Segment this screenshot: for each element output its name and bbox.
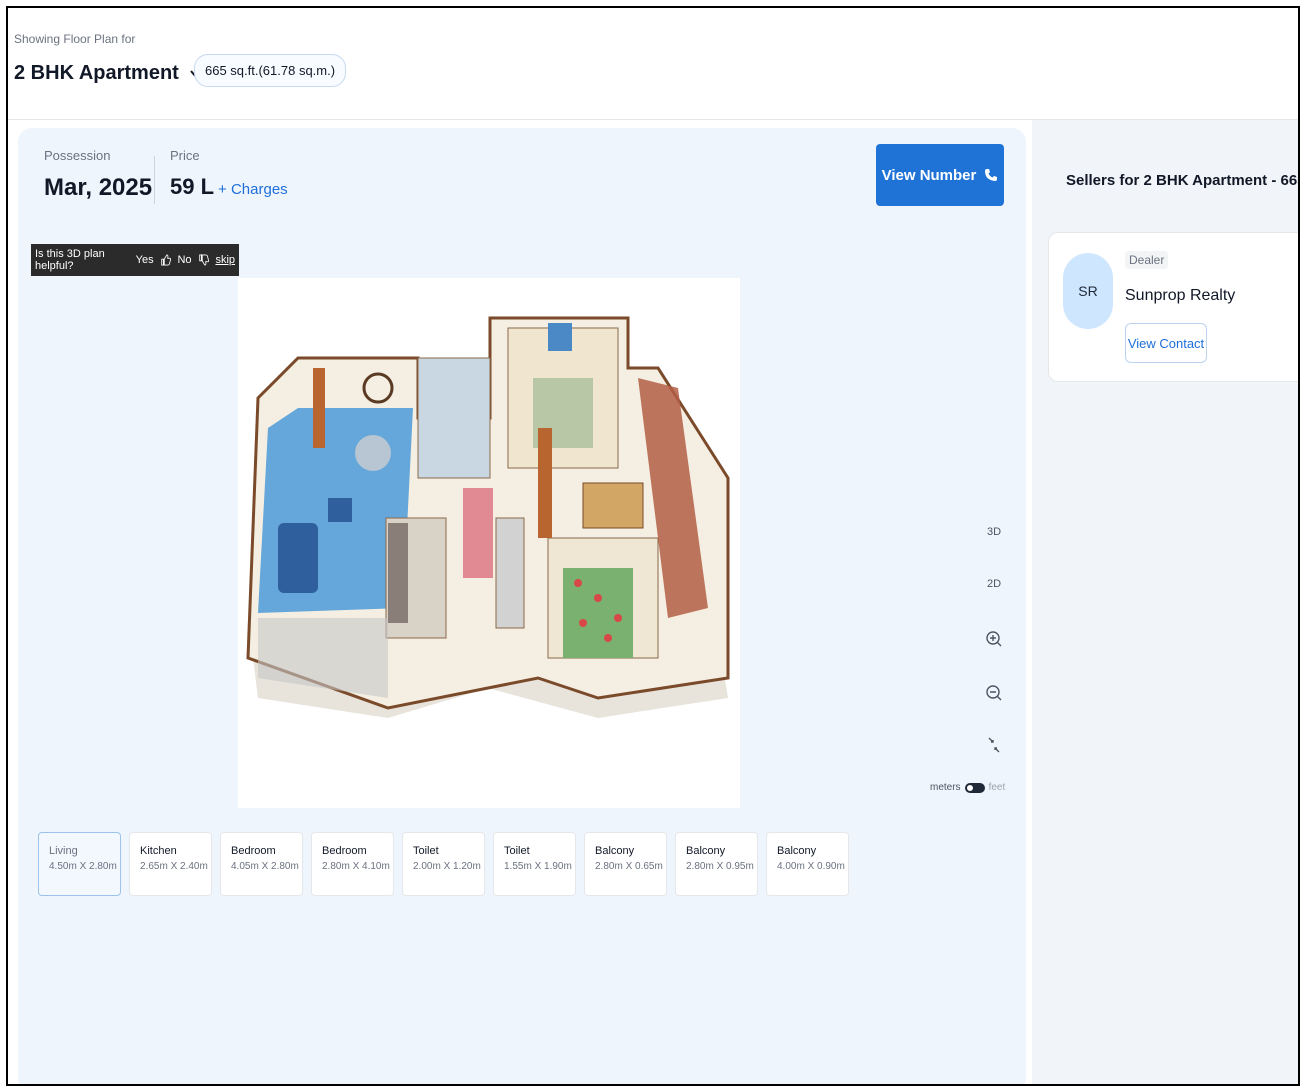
area-badge: 665 sq.ft.(61.78 sq.m.): [194, 54, 347, 87]
thumbs-down-icon[interactable]: [198, 253, 210, 267]
feedback-question: Is this 3D plan helpful?: [35, 248, 105, 272]
room-dims: 1.55m X 1.90m: [504, 861, 572, 872]
avatar: SR: [1063, 253, 1113, 329]
room-name: Balcony: [777, 845, 817, 857]
collapse-arrows-icon[interactable]: [982, 736, 1006, 754]
room-dims: 4.00m X 0.90m: [777, 861, 845, 872]
feedback-yes-label[interactable]: Yes: [136, 254, 154, 266]
room-name: Toilet: [413, 845, 439, 857]
seller-card: SR Dealer Sunprop Realty View Contact: [1048, 232, 1298, 382]
dealer-badge: Dealer: [1125, 251, 1169, 269]
room-name: Toilet: [504, 845, 530, 857]
feedback-no-label[interactable]: No: [177, 254, 191, 266]
page-frame: Showing Floor Plan for 2 BHK Apartment 6…: [6, 6, 1300, 1086]
room-card-balcony[interactable]: Balcony 2.80m X 0.95m: [675, 832, 758, 896]
phone-icon: [985, 169, 998, 181]
room-dims: 2.80m X 0.95m: [686, 861, 754, 872]
room-card-toilet[interactable]: Toilet 1.55m X 1.90m: [493, 832, 576, 896]
3d-floor-plan-image[interactable]: [238, 278, 740, 808]
divider: [154, 156, 155, 204]
unit-switch[interactable]: [964, 782, 985, 793]
unit-meters-label: meters: [930, 782, 961, 793]
feedback-bar: Is this 3D plan helpful? Yes No skip: [31, 244, 239, 276]
room-card-living[interactable]: Living 4.50m X 2.80m: [38, 832, 121, 896]
room-name: Bedroom: [231, 845, 276, 857]
room-dimension-list: Living 4.50m X 2.80m Kitchen 2.65m X 2.40m…: [38, 832, 849, 896]
room-card-balcony[interactable]: Balcony 4.00m X 0.90m: [766, 832, 849, 896]
zoom-in-icon[interactable]: [982, 630, 1006, 648]
room-name: Living: [49, 845, 78, 857]
price-amount: 59 L: [170, 174, 215, 199]
view-number-label: View Number: [881, 166, 977, 184]
room-card-toilet[interactable]: Toilet 2.00m X 1.20m: [402, 832, 485, 896]
room-card-kitchen[interactable]: Kitchen 2.65m X 2.40m: [129, 832, 212, 896]
price-label: Price: [170, 148, 200, 163]
unit-toggle[interactable]: meters feet: [930, 782, 1005, 793]
room-card-bedroom[interactable]: Bedroom 2.80m X 4.10m: [311, 832, 394, 896]
view-contact-button[interactable]: View Contact: [1125, 323, 1207, 363]
unit-feet-label: feet: [988, 782, 1006, 793]
sellers-title: Sellers for 2 BHK Apartment - 665 sq.ft.: [1066, 172, 1298, 189]
room-dims: 4.05m X 2.80m: [231, 861, 299, 872]
showing-label: Showing Floor Plan for: [14, 32, 136, 46]
room-name: Balcony: [686, 845, 726, 857]
view-number-button[interactable]: View Number: [876, 144, 1004, 206]
view-3d-toggle[interactable]: 3D: [982, 526, 1006, 538]
room-name: Kitchen: [140, 845, 177, 857]
apartment-type-label: 2 BHK Apartment: [14, 62, 179, 84]
possession-value: Mar, 2025: [44, 174, 153, 201]
room-dims: 2.65m X 2.40m: [140, 861, 208, 872]
room-card-bedroom[interactable]: Bedroom 4.05m X 2.80m: [220, 832, 303, 896]
zoom-out-icon[interactable]: [982, 684, 1006, 702]
seller-name: Sunprop Realty: [1125, 287, 1236, 304]
floor-plan-header: Showing Floor Plan for 2 BHK Apartment 6…: [8, 8, 1298, 120]
room-card-balcony[interactable]: Balcony 2.80m X 0.65m: [584, 832, 667, 896]
thumbs-up-icon[interactable]: [160, 253, 172, 267]
room-name: Bedroom: [322, 845, 367, 857]
room-dims: 4.50m X 2.80m: [49, 861, 117, 872]
floor-plan-panel: Possession Mar, 2025 Price 59 L + Charges…: [18, 128, 1026, 1084]
view-2d-toggle[interactable]: 2D: [982, 578, 1006, 590]
apartment-type-dropdown[interactable]: 2 BHK Apartment: [14, 62, 203, 85]
room-dims: 2.80m X 4.10m: [322, 861, 390, 872]
price-value: 59 L + Charges: [170, 174, 288, 200]
room-dims: 2.80m X 0.65m: [595, 861, 663, 872]
charges-link[interactable]: + Charges: [218, 181, 288, 198]
sellers-panel: Sellers for 2 BHK Apartment - 665 sq.ft.…: [1032, 120, 1298, 1084]
feedback-skip-link[interactable]: skip: [215, 254, 235, 266]
room-dims: 2.00m X 1.20m: [413, 861, 481, 872]
floor-plan-illustration: [246, 316, 730, 718]
room-name: Balcony: [595, 845, 635, 857]
possession-label: Possession: [44, 148, 111, 163]
